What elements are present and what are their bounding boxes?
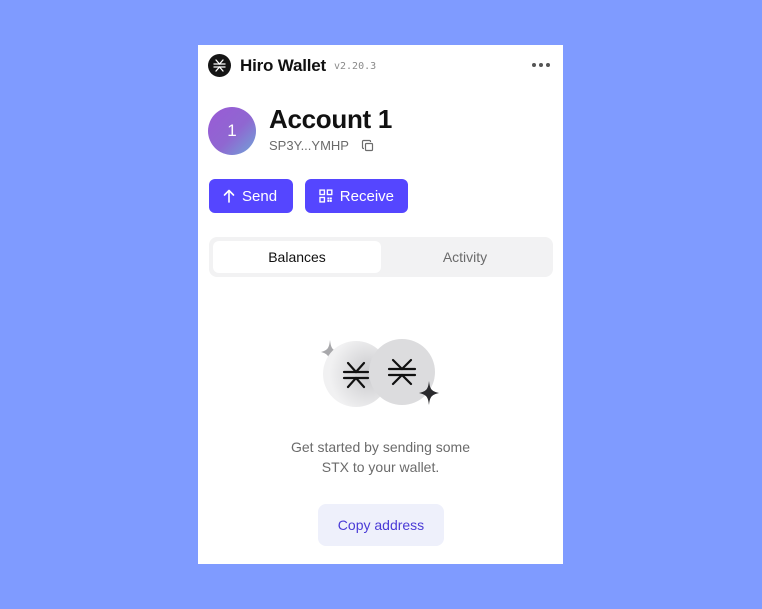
copy-icon[interactable] (361, 139, 375, 153)
receive-label: Receive (339, 187, 394, 205)
receive-button[interactable]: Receive (305, 179, 408, 213)
send-label: Send (242, 187, 278, 205)
menu-dot (539, 63, 543, 67)
account-address: SP3Y...YMHP (269, 138, 349, 153)
account-name: Account 1 (269, 104, 392, 134)
more-horizontal-icon[interactable] (529, 54, 553, 76)
header: Hiro Wallet v2.20.3 (208, 54, 553, 78)
version-label: v2.20.3 (334, 61, 377, 72)
send-button[interactable]: Send (209, 179, 293, 213)
menu-dot (532, 63, 536, 67)
empty-state-illustration (318, 335, 448, 415)
app-title: Hiro Wallet (240, 56, 326, 75)
tab-activity[interactable]: Activity (381, 241, 549, 273)
copy-address-button[interactable]: Copy address (318, 504, 444, 546)
empty-state-line-2: STX to your wallet. (321, 459, 440, 475)
stacks-logo-icon (208, 54, 231, 77)
tab-bar: Balances Activity (209, 237, 553, 277)
empty-state-line-1: Get started by sending some (291, 439, 470, 455)
avatar: 1 (208, 107, 256, 155)
arrow-up-icon (223, 189, 235, 203)
qr-code-icon (319, 189, 333, 203)
empty-state-message: Get started by sending some STX to your … (198, 437, 563, 477)
menu-dot (546, 63, 550, 67)
wallet-panel: Hiro Wallet v2.20.3 1 Account 1 SP3Y...Y… (198, 45, 563, 564)
tab-balances[interactable]: Balances (213, 241, 381, 273)
